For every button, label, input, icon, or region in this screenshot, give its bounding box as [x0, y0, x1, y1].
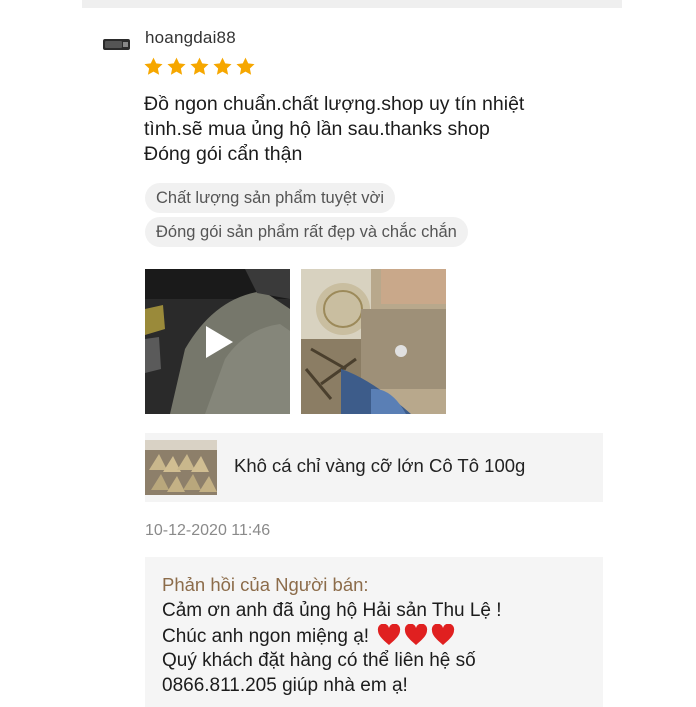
seller-reply-title: Phản hồi của Người bán: [162, 574, 369, 595]
star-icon [167, 57, 186, 75]
play-icon [206, 326, 233, 358]
star-icon [236, 57, 255, 75]
review-tag-packaging: Đóng gói sản phẩm rất đẹp và chắc chắn [145, 217, 468, 247]
reviewer-username: hoangdai88 [145, 28, 236, 47]
review-comment: Đồ ngon chuẩn.chất lượng.shop uy tín nhi… [144, 92, 574, 167]
star-icon [144, 57, 163, 75]
product-photo-image [301, 269, 446, 414]
review-video-thumbnail[interactable] [145, 269, 290, 414]
red-heart-icon [378, 623, 401, 645]
seller-reply-line: Quý khách đặt hàng có thể liên hệ số [162, 650, 476, 671]
seller-reply-line: Chúc anh ngon miệng ạ! [162, 625, 370, 647]
star-rating [143, 56, 256, 77]
avatar[interactable] [103, 38, 130, 51]
product-thumbnail-image [145, 440, 217, 495]
seller-reply-box: Phản hồi của Người bán: Cảm ơn anh đã ủn… [145, 557, 603, 707]
star-icon [190, 57, 209, 75]
red-heart-icon [405, 623, 428, 645]
review-tag-quality: Chất lượng sản phẩm tuyệt vời [145, 183, 396, 213]
review-comment-line: Đóng gói cẩn thận [144, 143, 303, 165]
seller-reply-line: 0866.811.205 giúp nhà em ạ! [162, 674, 408, 696]
product-thumbnail [145, 440, 217, 495]
seller-reply-line-with-hearts: Chúc anh ngon miệng ạ! [162, 623, 502, 650]
seller-reply-line: Cảm ơn anh đã ủng hộ Hải sản Thu Lệ ! [162, 600, 502, 621]
review-comment-line: Đồ ngon chuẩn.chất lượng.shop uy tín nhi… [144, 93, 525, 115]
product-name: Khô cá chỉ vàng cỡ lớn Cô Tô 100g [234, 455, 526, 476]
review-comment-line: tình.sẽ mua ủng hộ lần sau.thanks shop [144, 118, 490, 140]
seller-reply-body: Cảm ơn anh đã ủng hộ Hải sản Thu Lệ ! Ch… [162, 599, 502, 698]
product-link-card[interactable]: Khô cá chỉ vàng cỡ lớn Cô Tô 100g [145, 433, 603, 502]
red-heart-icon [432, 623, 455, 645]
review-timestamp: 10-12-2020 11:46 [145, 522, 271, 539]
previous-review-divider [82, 0, 622, 8]
star-icon [213, 57, 232, 75]
review-photo-thumbnail[interactable] [301, 269, 446, 414]
